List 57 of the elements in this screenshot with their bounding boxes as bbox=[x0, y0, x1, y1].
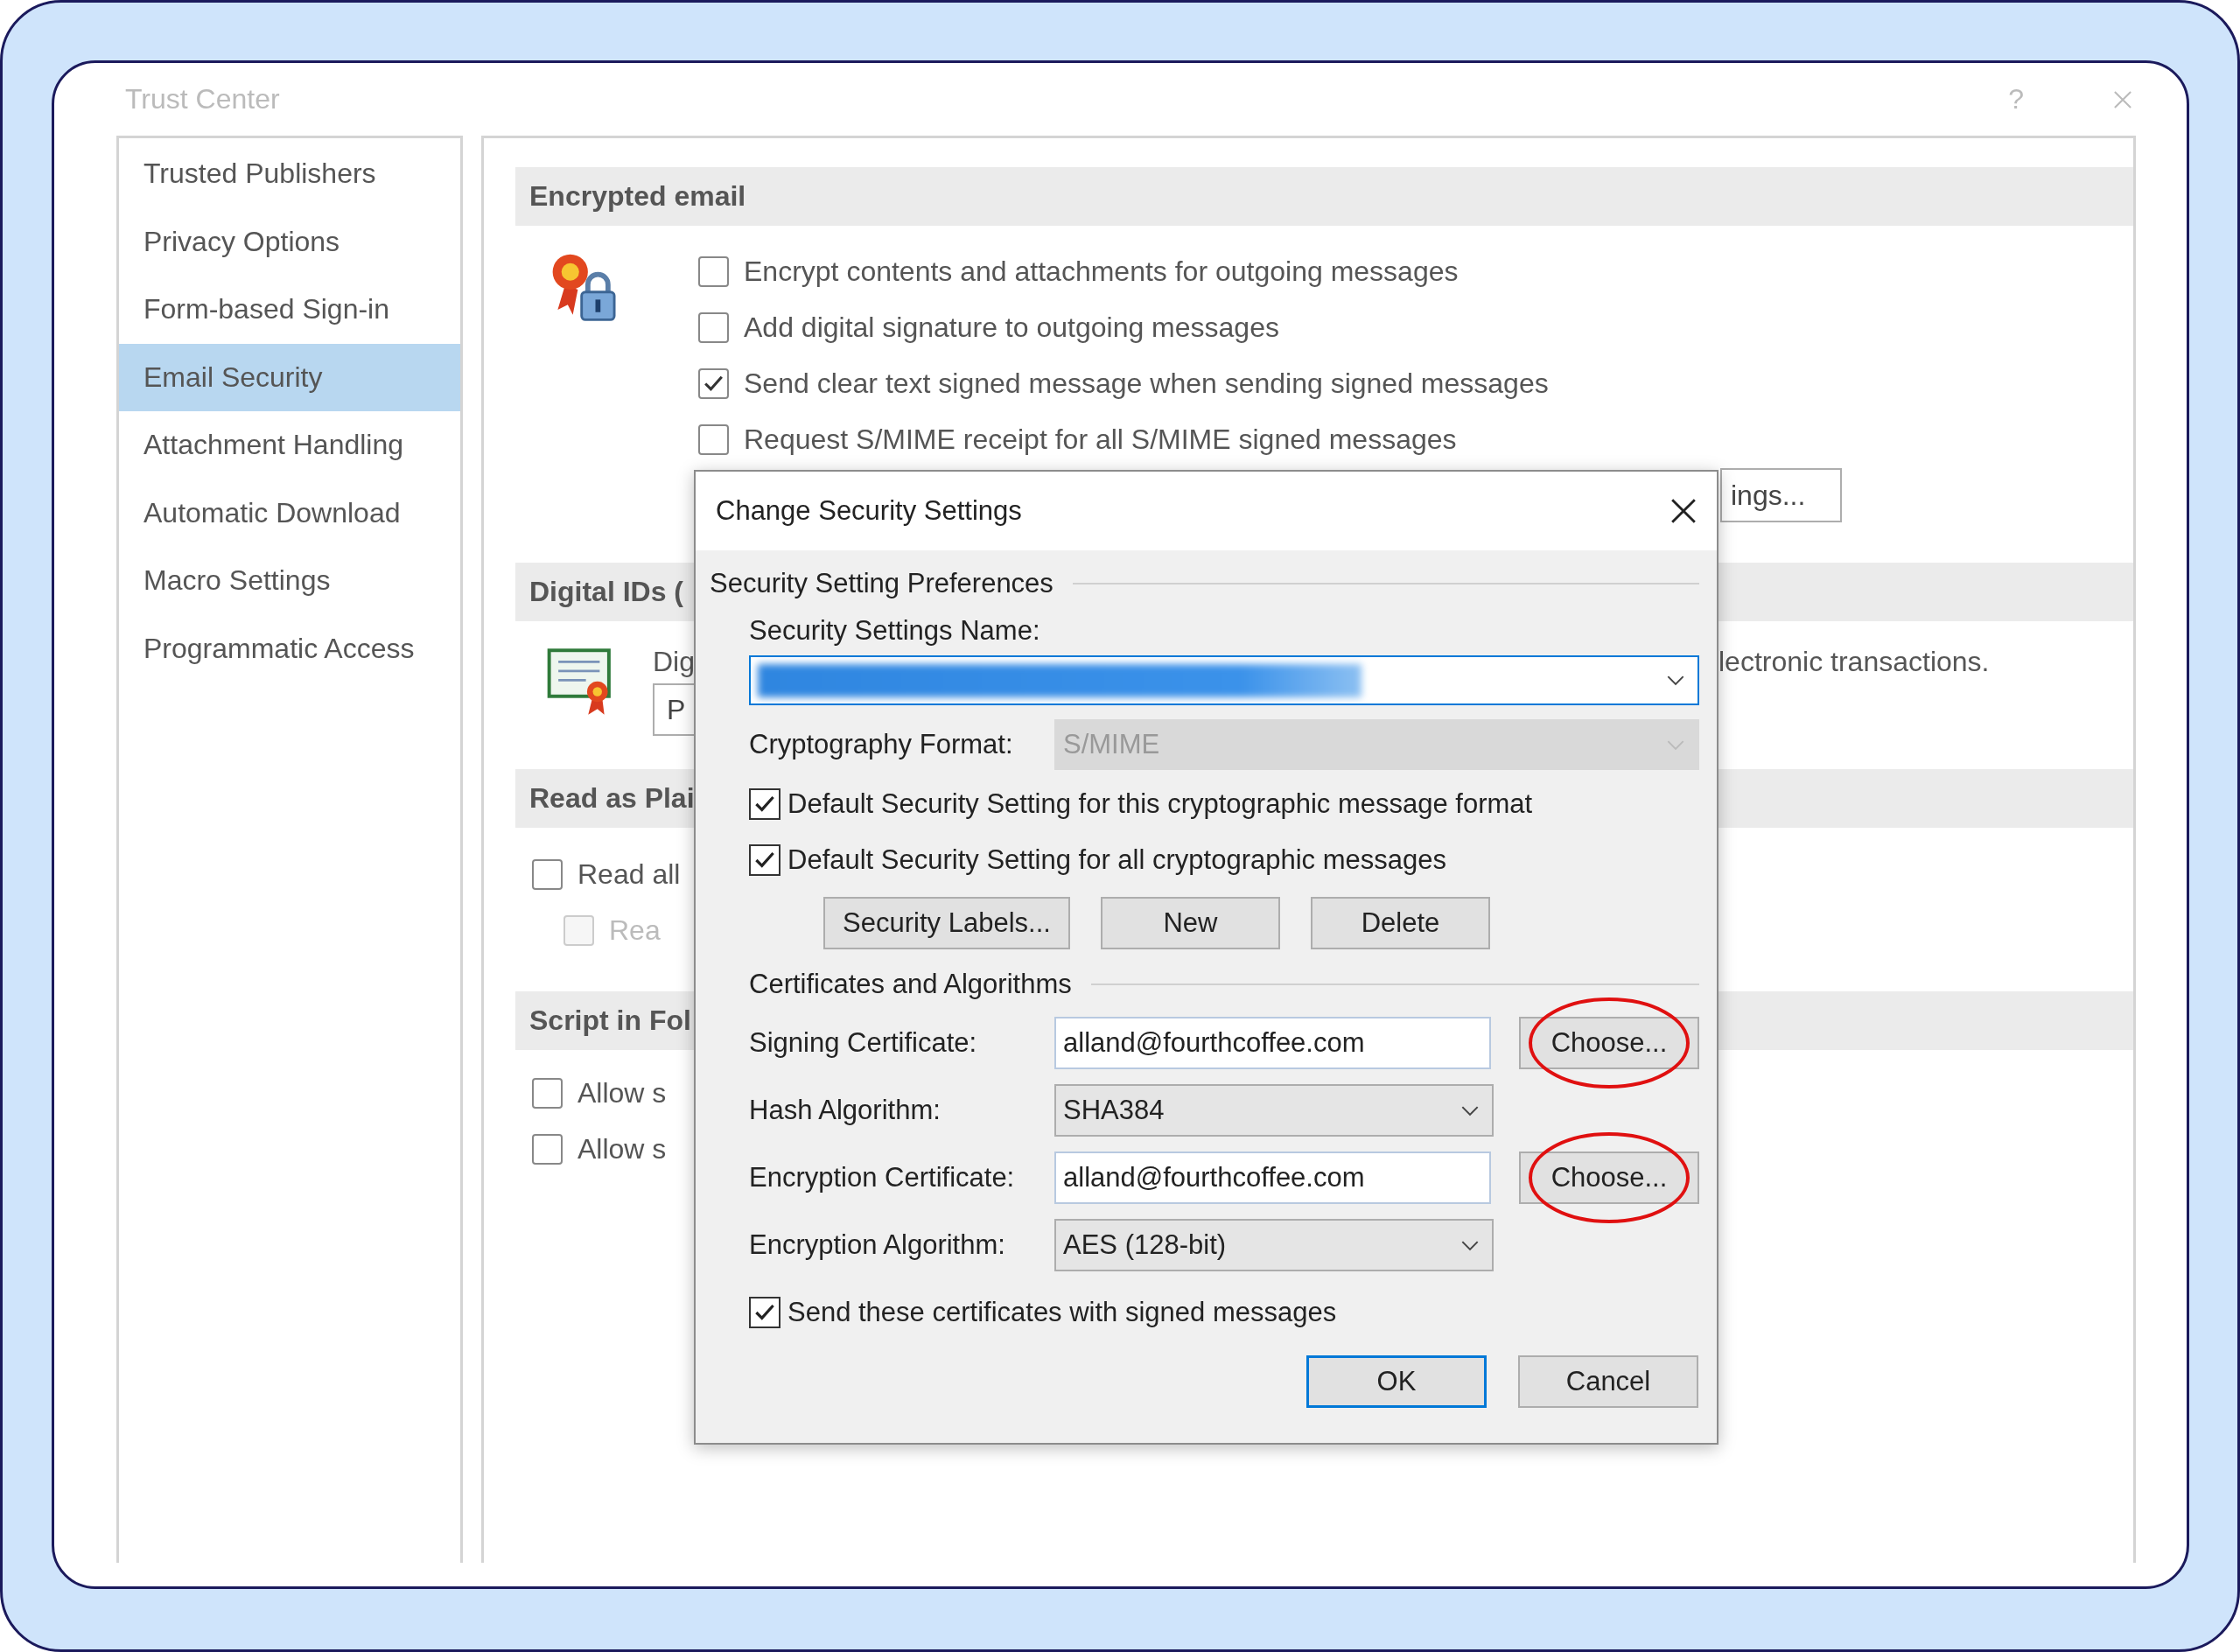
checkbox-label: Request S/MIME receipt for all S/MIME signed messages bbox=[744, 423, 1457, 456]
checkbox-label: Encrypt contents and attachments for outgoing messages bbox=[744, 255, 1459, 288]
section-header: Encrypted email bbox=[515, 167, 2133, 226]
checkbox[interactable] bbox=[698, 256, 729, 287]
chevron-down-icon bbox=[1666, 738, 1685, 751]
dialog-title: Change Security Settings bbox=[716, 495, 1023, 527]
algorithm-dropdown[interactable]: AES (128-bit) bbox=[1054, 1219, 1494, 1271]
checkbox[interactable] bbox=[698, 424, 729, 455]
name-combobox[interactable] bbox=[749, 655, 1699, 705]
checkbox-label: Add digital signature to outgoing messages bbox=[744, 311, 1279, 344]
sidebar-item[interactable]: Privacy Options bbox=[119, 207, 460, 276]
checkbox[interactable] bbox=[532, 1077, 563, 1109]
checkbox-label: Default Security Setting for all cryptographic messages bbox=[788, 844, 1446, 876]
chevron-down-icon bbox=[1460, 1239, 1480, 1251]
dialog-button[interactable]: Security Labels... bbox=[823, 897, 1070, 949]
settings-button[interactable]: ings... bbox=[1720, 468, 1843, 522]
checkbox[interactable] bbox=[749, 1297, 780, 1328]
sidebar-item[interactable]: Macro Settings bbox=[119, 547, 460, 615]
choose-button[interactable]: Choose... bbox=[1519, 1017, 1699, 1069]
checkbox[interactable] bbox=[749, 844, 780, 876]
checkbox-label: Rea bbox=[609, 914, 661, 947]
choose-button[interactable]: Choose... bbox=[1519, 1152, 1699, 1204]
certificate-field[interactable]: alland@fourthcoffee.com bbox=[1054, 1017, 1491, 1069]
cancel-button[interactable]: Cancel bbox=[1518, 1355, 1698, 1408]
dialog-button[interactable]: New bbox=[1101, 897, 1280, 949]
sidebar-item[interactable]: Form-based Sign-in bbox=[119, 276, 460, 344]
checkbox[interactable] bbox=[532, 858, 563, 890]
algorithm-dropdown[interactable]: SHA384 bbox=[1054, 1084, 1494, 1137]
sidebar-item[interactable]: Trusted Publishers bbox=[119, 140, 460, 208]
certificate-field[interactable]: alland@fourthcoffee.com bbox=[1054, 1152, 1491, 1204]
sidebar-item[interactable]: Attachment Handling bbox=[119, 411, 460, 480]
checkbox[interactable] bbox=[698, 368, 729, 399]
checkbox[interactable] bbox=[698, 312, 729, 343]
chevron-down-icon bbox=[1666, 675, 1685, 686]
checkbox-label: Send these certificates with signed messages bbox=[788, 1297, 1337, 1328]
checkbox-label: Allow s bbox=[578, 1076, 667, 1110]
field-label: Hash Algorithm: bbox=[749, 1095, 942, 1126]
field-label: Encryption Certificate: bbox=[749, 1162, 1016, 1194]
dialog-button[interactable]: Delete bbox=[1311, 897, 1490, 949]
checkbox-label: Read all bbox=[578, 858, 681, 891]
checkbox-label: Send clear text signed message when sending signed messages bbox=[744, 367, 1549, 400]
sidebar-item[interactable]: Automatic Download bbox=[119, 479, 460, 547]
group-title: Security Setting Preferences bbox=[710, 568, 1054, 599]
description-text: Dig bbox=[653, 646, 696, 678]
field-label: Encryption Algorithm: bbox=[749, 1229, 1006, 1261]
chevron-down-icon bbox=[1460, 1104, 1480, 1116]
close-icon[interactable] bbox=[1670, 497, 1698, 525]
checkbox[interactable] bbox=[532, 1133, 563, 1165]
ok-button[interactable]: OK bbox=[1306, 1355, 1487, 1408]
checkbox-label: Allow s bbox=[578, 1132, 667, 1166]
description-text: lectronic transactions. bbox=[1718, 646, 1990, 678]
sidebar-item[interactable]: Email Security bbox=[119, 343, 460, 411]
checkbox-label: Default Security Setting for this cryptographic message format bbox=[788, 788, 1533, 820]
window-title: Trust Center bbox=[125, 83, 281, 116]
checkbox[interactable] bbox=[749, 788, 780, 820]
field-label: Cryptography Format: bbox=[749, 729, 1014, 760]
sidebar-item[interactable]: Programmatic Access bbox=[119, 614, 460, 682]
